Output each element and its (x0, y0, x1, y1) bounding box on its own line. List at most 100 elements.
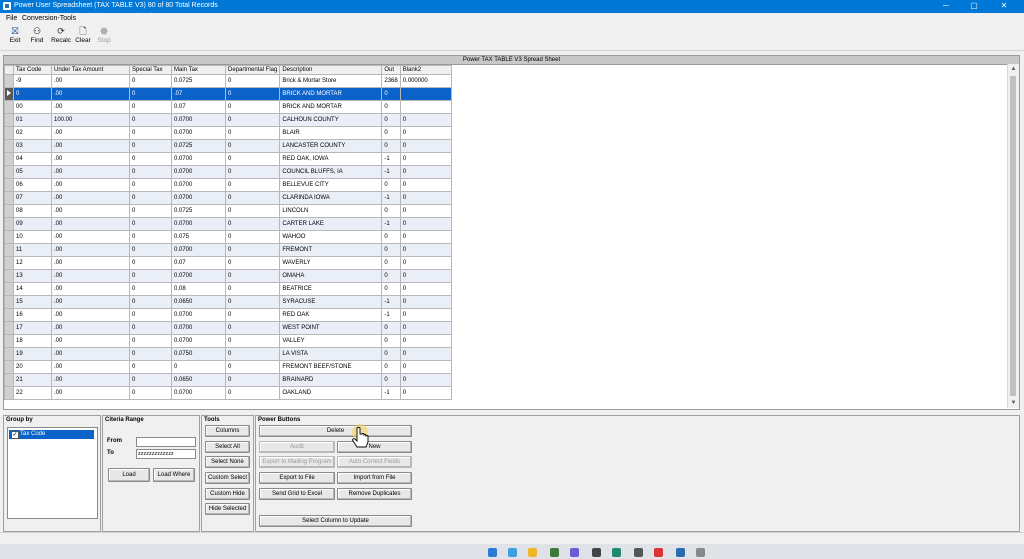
table-cell[interactable]: 0 (129, 295, 172, 309)
import-file-button[interactable]: Import from File (337, 472, 412, 484)
table-cell[interactable]: 0 (129, 360, 172, 374)
table-cell[interactable]: 0 (224, 282, 281, 296)
table-cell[interactable]: -1 (381, 165, 401, 179)
row-indicator[interactable] (4, 347, 14, 361)
vertical-scrollbar[interactable]: ▲ ▼ (1007, 64, 1019, 408)
table-cell[interactable]: 0 (224, 152, 281, 166)
table-cell[interactable]: Brick & Mortar Store (279, 74, 383, 88)
table-cell[interactable]: .00 (51, 152, 130, 166)
column-header[interactable]: Blank2 (399, 65, 452, 75)
table-cell[interactable]: 0.0700 (171, 321, 226, 335)
table-row[interactable]: 12.00 0 0.07 0 WAVERLY 0 0 (4, 256, 452, 270)
table-cell[interactable]: .00 (51, 126, 130, 140)
table-cell[interactable]: 0 (399, 139, 452, 153)
table-row[interactable]: -9.00 0 0.0725 0 Brick & Mortar Store 2368 0.0… (4, 74, 452, 88)
table-cell[interactable]: 0.0700 (171, 334, 226, 348)
table-cell[interactable]: 12 (13, 256, 52, 270)
taskbar-app-icon[interactable] (696, 548, 705, 557)
table-cell[interactable]: 0 (13, 87, 52, 101)
table-cell[interactable]: 05 (13, 165, 52, 179)
row-indicator[interactable] (4, 256, 14, 270)
table-cell[interactable]: 0 (399, 321, 452, 335)
column-header[interactable]: Out (381, 65, 401, 75)
select-all-button[interactable]: Select All (205, 441, 250, 453)
table-cell[interactable]: 0 (224, 334, 281, 348)
table-cell[interactable]: -1 (381, 308, 401, 322)
table-cell[interactable]: 13 (13, 269, 52, 283)
row-indicator[interactable] (4, 152, 14, 166)
table-cell[interactable]: 16 (13, 308, 52, 322)
table-cell[interactable]: OAKLAND (279, 386, 383, 400)
group-by-list[interactable]: ✓ Tax Code (7, 427, 98, 519)
table-cell[interactable]: 0.0650 (171, 373, 226, 387)
select-column-button[interactable]: Select Column to Update (259, 515, 412, 527)
table-cell[interactable]: 21 (13, 373, 52, 387)
table-cell[interactable]: 0.0700 (171, 126, 226, 140)
table-cell[interactable]: 0 (129, 204, 172, 218)
table-cell[interactable]: .07 (171, 87, 226, 101)
table-cell[interactable]: 15 (13, 295, 52, 309)
table-row[interactable]: 11.00 0 0.0700 0 FREMONT 0 0 (4, 243, 452, 257)
table-cell[interactable]: FREMONT BEEF/STONE (279, 360, 383, 374)
table-cell[interactable]: 0.07 (171, 100, 226, 114)
column-header[interactable]: Special Tax (129, 65, 172, 75)
table-cell[interactable] (399, 87, 452, 101)
table-cell[interactable]: 0 (224, 360, 281, 374)
taskbar-app-icon[interactable] (570, 548, 579, 557)
table-cell[interactable]: WAHOO (279, 230, 383, 244)
scroll-thumb[interactable] (1010, 76, 1016, 396)
table-cell[interactable]: 14 (13, 282, 52, 296)
table-cell[interactable]: .00 (51, 373, 130, 387)
taskbar-app-icon[interactable] (488, 548, 497, 557)
table-cell[interactable]: 0 (381, 113, 401, 127)
table-cell[interactable]: 0 (224, 126, 281, 140)
table-cell[interactable]: .00 (51, 347, 130, 361)
table-cell[interactable]: -1 (381, 217, 401, 231)
table-cell[interactable]: 10 (13, 230, 52, 244)
table-row[interactable]: 21.00 0 0.0650 0 BRAINARD 0 0 (4, 373, 452, 387)
delete-button[interactable]: Delete (259, 425, 412, 437)
table-cell[interactable]: .00 (51, 87, 130, 101)
from-input[interactable] (136, 437, 196, 447)
table-cell[interactable]: .00 (51, 100, 130, 114)
column-header[interactable]: Main Tax (171, 65, 226, 75)
table-cell[interactable]: BLAIR (279, 126, 383, 140)
taskbar-app-icon[interactable] (550, 548, 559, 557)
table-row[interactable]: 09.00 0 0.0700 0 CARTER LAKE -1 0 (4, 217, 452, 231)
table-row[interactable]: 15.00 0 0.0650 0 SYRACUSE -1 0 (4, 295, 452, 309)
table-cell[interactable]: -1 (381, 295, 401, 309)
table-cell[interactable]: WAVERLY (279, 256, 383, 270)
table-cell[interactable]: 0.0725 (171, 139, 226, 153)
table-cell[interactable]: 0 (381, 178, 401, 192)
row-indicator[interactable] (4, 386, 14, 400)
clear-button[interactable]: 🗋 Clear (74, 26, 92, 48)
row-indicator[interactable] (4, 204, 14, 218)
table-cell[interactable]: 0 (381, 269, 401, 283)
table-cell[interactable]: 0 (224, 113, 281, 127)
table-cell[interactable]: BEATRICE (279, 282, 383, 296)
table-cell[interactable]: .00 (51, 282, 130, 296)
export-mailing-button[interactable]: Export to Mailing Program (259, 456, 335, 468)
table-cell[interactable]: 0 (381, 100, 401, 114)
table-cell[interactable]: 0 (224, 373, 281, 387)
menu-file[interactable]: File (6, 15, 17, 22)
table-cell[interactable]: 0.0650 (171, 295, 226, 309)
table-cell[interactable]: 0 (381, 126, 401, 140)
table-cell[interactable]: 0 (381, 334, 401, 348)
table-cell[interactable]: .00 (51, 191, 130, 205)
table-cell[interactable]: 0 (224, 139, 281, 153)
table-cell[interactable]: 0 (224, 243, 281, 257)
table-row[interactable]: 04.00 0 0.0700 0 RED OAK, IOWA -1 0 (4, 152, 452, 166)
table-cell[interactable]: .00 (51, 243, 130, 257)
row-indicator[interactable] (4, 178, 14, 192)
group-by-item[interactable]: ✓ Tax Code (9, 430, 94, 439)
table-cell[interactable]: 06 (13, 178, 52, 192)
table-row[interactable]: 22.00 0 0.0700 0 OAKLAND -1 0 (4, 386, 452, 400)
table-cell[interactable]: 0 (224, 269, 281, 283)
taskbar-app-icon[interactable] (654, 548, 663, 557)
column-header[interactable]: Tax Code (13, 65, 52, 75)
table-cell[interactable]: 0 (129, 243, 172, 257)
row-indicator[interactable] (4, 360, 14, 374)
table-cell[interactable]: 0 (129, 256, 172, 270)
table-cell[interactable]: 0.0700 (171, 191, 226, 205)
